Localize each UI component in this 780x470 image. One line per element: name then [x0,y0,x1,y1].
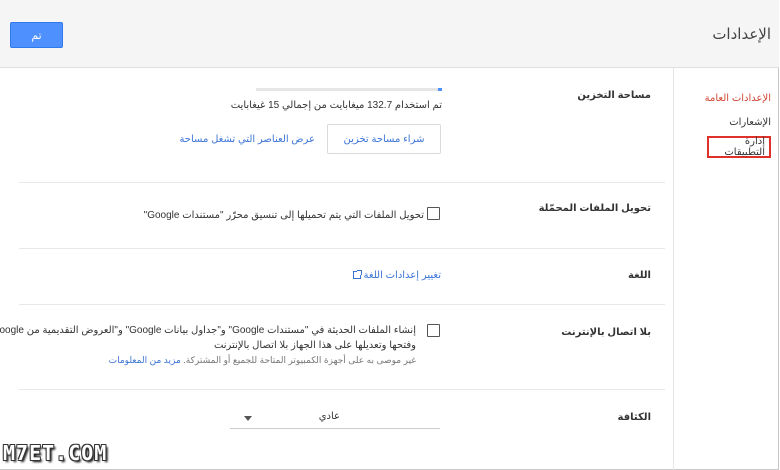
offline-description-line2: وفتحها وتعديلها على هذا الجهاز بلا اتصال… [214,340,417,351]
sidebar-divider [674,68,675,470]
sidebar-item-general[interactable]: الإعدادات العامة [706,93,772,104]
offline-checkbox[interactable] [428,324,441,337]
density-label: الكثافة [618,412,652,423]
language-label: اللغة [629,270,652,281]
done-button[interactable]: تم [11,22,64,48]
buy-storage-button[interactable]: شراء مساحة تخزين [328,124,442,154]
sidebar-item-label: إدارة التطبيقات [725,136,766,158]
offline-label: بلا اتصال بالإنترنت [562,327,652,338]
sidebar-item-manage-apps[interactable]: إدارة التطبيقات [708,136,772,158]
storage-usage-text: تم استخدام 132.7 ميغابايت من إجمالي 15 غ… [231,100,443,111]
convert-uploads-checkbox[interactable] [428,207,441,220]
settings-window [0,0,780,470]
convert-uploads-label: تحويل الملفات المحمّلة [539,203,652,214]
convert-uploads-text: تحويل الملفات التي يتم تحميلها إلى تنسيق… [144,210,425,221]
offline-description-line1: إنشاء الملفات الحديثة في "مستندات Google… [0,325,417,336]
density-select[interactable]: عادي [231,407,441,429]
watermark-logo: M7ET.COM [4,441,109,465]
learn-more-link[interactable]: مزيد من المعلومات [110,355,182,365]
row-divider [20,182,666,183]
offline-note: غير موصى به على أجهزة الكمبيوتر المتاحة … [110,355,417,366]
sidebar-item-notifications[interactable]: الإشعارات [730,117,772,128]
chevron-down-icon [245,416,253,421]
header-bar: الإعدادات تم [0,0,780,68]
offline-note-text: غير موصى به على أجهزة الكمبيوتر المتاحة … [184,355,417,365]
row-divider [20,248,666,249]
page-title: الإعدادات [713,26,772,43]
storage-label: مساحة التخزين [578,90,652,101]
storage-usage-fill [439,88,443,91]
storage-usage-bar [257,88,443,91]
density-select-value: عادي [319,411,341,422]
external-link-icon [353,270,363,279]
row-divider [20,304,666,305]
change-language-label: تغيير إعدادات اللغة [364,270,442,281]
change-language-link[interactable]: تغيير إعدادات اللغة [351,270,442,281]
view-storage-items-link[interactable]: عرض العناصر التي تشغل مساحة [180,134,316,145]
row-divider [20,389,666,390]
